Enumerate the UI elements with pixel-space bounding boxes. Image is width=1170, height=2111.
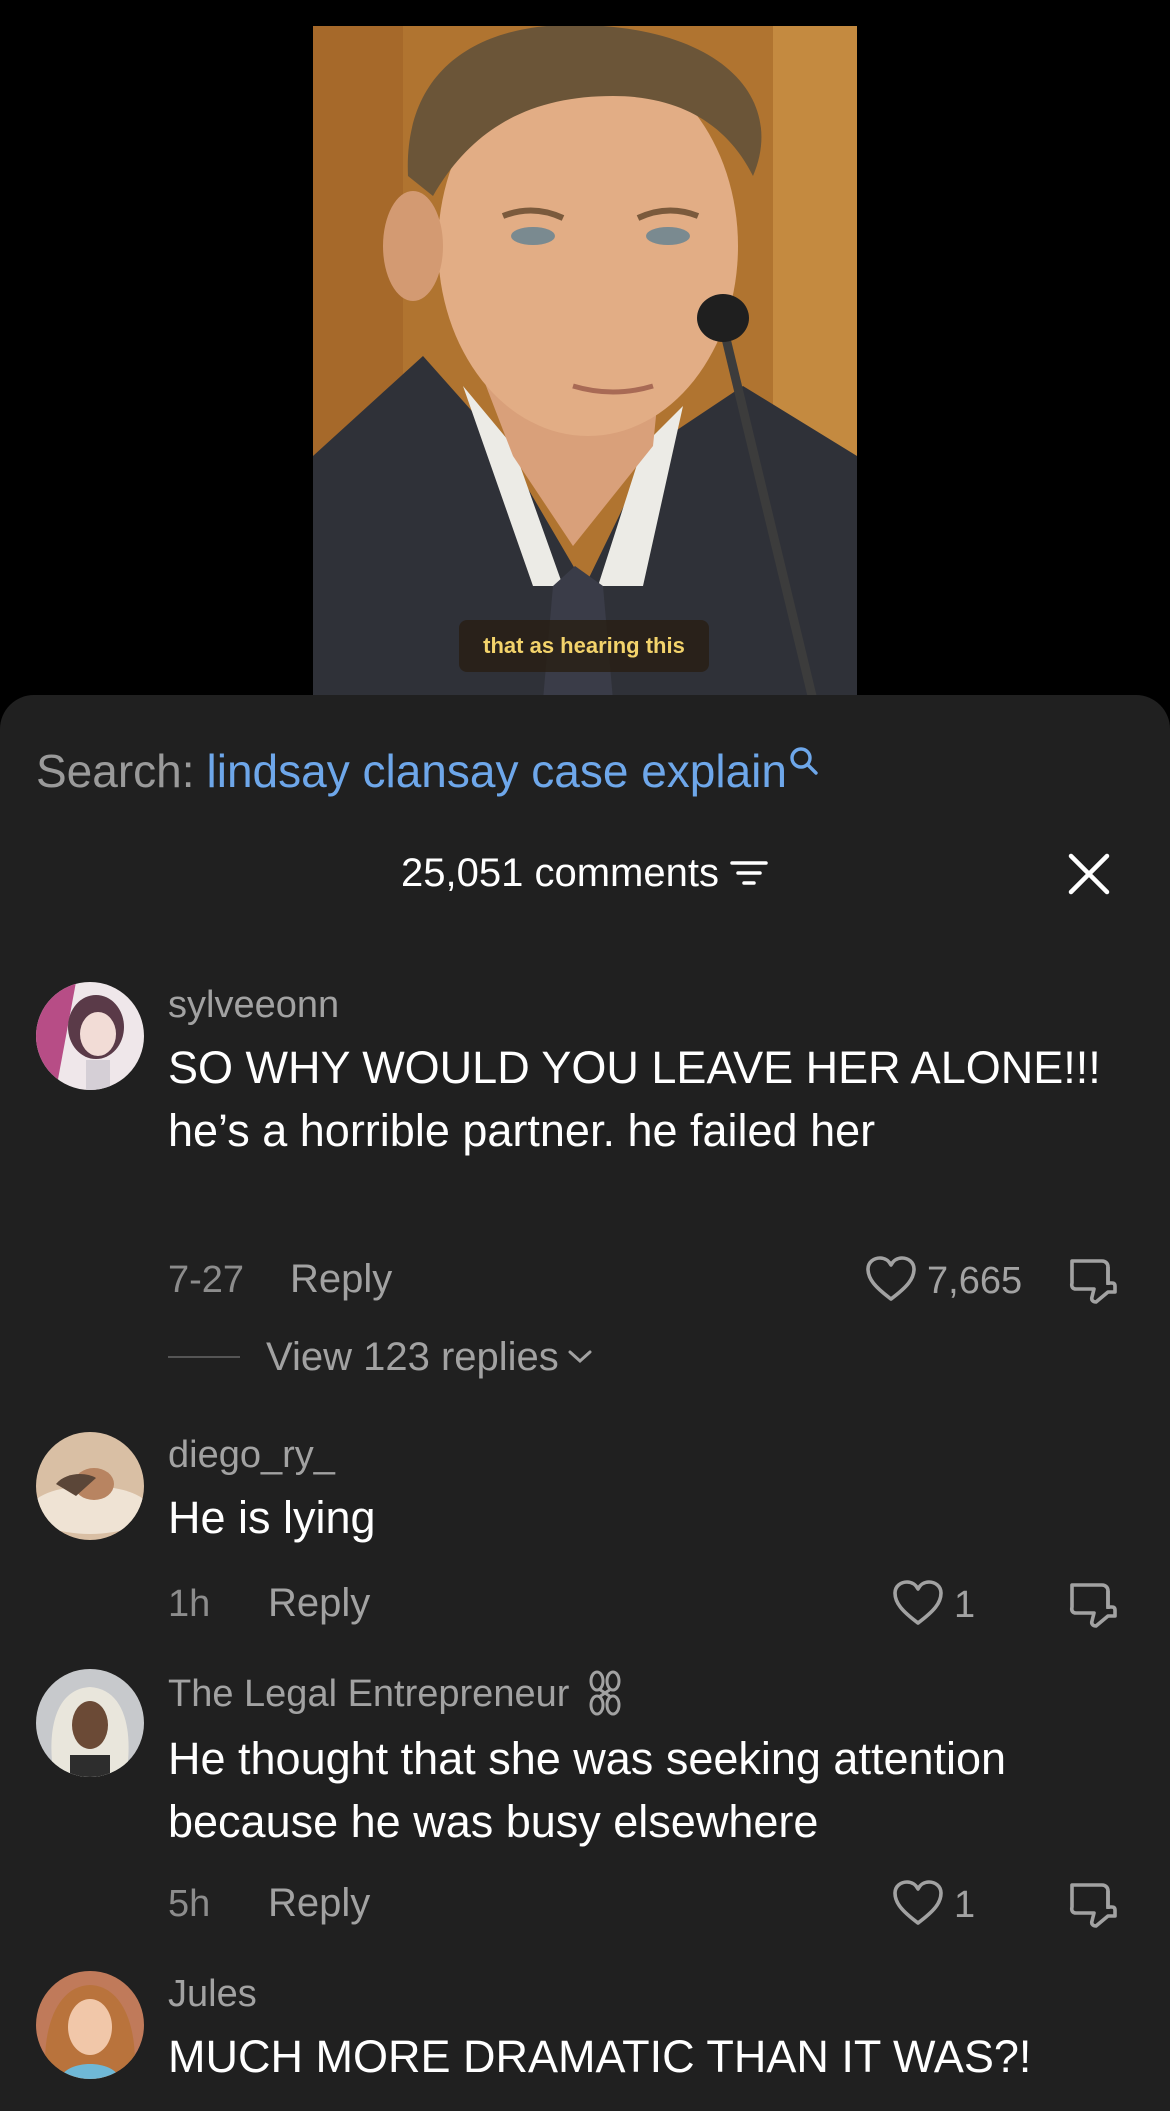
comment-time: 5h — [168, 1883, 211, 1925]
comment-time: 7-27 — [168, 1259, 245, 1301]
comment-actions: 5h Reply 1 — [168, 1877, 1128, 1933]
comment-username[interactable]: diego_ry_ — [168, 1432, 1128, 1478]
search-suggestion[interactable]: Search: lindsay clansay case explain — [36, 743, 819, 799]
view-replies-button[interactable]: View 123 replies — [168, 1332, 868, 1382]
close-icon[interactable] — [1068, 853, 1110, 900]
comment-time: 1h — [168, 1583, 211, 1625]
comment-username-text: The Legal Entrepreneur — [168, 1673, 570, 1715]
comment-username[interactable]: Jules — [168, 1971, 1128, 2017]
heart-icon — [892, 1879, 944, 1932]
like-count: 1 — [954, 1584, 976, 1626]
video-frame[interactable]: that as hearing this — [313, 26, 857, 700]
like-button[interactable]: 1 — [892, 1579, 975, 1632]
comment-text: He thought that she was seeking attentio… — [168, 1733, 1007, 1847]
search-query-link[interactable]: lindsay clansay case explain — [207, 744, 787, 798]
search-prefix-label: Search: — [36, 745, 195, 797]
avatar[interactable] — [36, 1971, 144, 2079]
chevron-down-icon — [567, 1348, 593, 1366]
comment-actions: 1h Reply 1 — [168, 1577, 1128, 1633]
comments-count: 25,051 comments — [401, 850, 719, 895]
comment-actions: 7-27 Reply 7,665 — [168, 1253, 1128, 1309]
avatar[interactable] — [36, 1669, 144, 1777]
comment-username[interactable]: sylveeonn — [168, 982, 1128, 1028]
video-still-image — [313, 26, 857, 700]
comment-text: He is lying — [168, 1492, 376, 1543]
reply-button[interactable]: Reply — [268, 1581, 370, 1626]
chain-icon — [583, 1669, 627, 1719]
like-count: 1 — [954, 1884, 976, 1926]
comment-text: SO WHY WOULD YOU LEAVE HER ALONE!!! he’s… — [168, 1042, 1101, 1156]
reply-button[interactable]: Reply — [290, 1257, 392, 1302]
thumbs-down-icon[interactable] — [1068, 1255, 1118, 1310]
comment-text: MUCH MORE DRAMATIC THAN IT WAS?! — [168, 2031, 1032, 2082]
view-replies-label: View 123 replies — [266, 1334, 559, 1379]
reply-button[interactable]: Reply — [268, 1881, 370, 1926]
like-button[interactable]: 1 — [892, 1879, 975, 1932]
heart-icon — [892, 1579, 944, 1632]
video-caption: that as hearing this — [459, 620, 709, 672]
thumbs-down-icon[interactable] — [1068, 1879, 1118, 1934]
heart-icon — [865, 1255, 917, 1308]
like-button[interactable]: 7,665 — [865, 1255, 1022, 1308]
avatar[interactable] — [36, 982, 144, 1090]
like-count: 7,665 — [927, 1260, 1023, 1302]
comments-header: 25,051 comments — [0, 843, 1170, 903]
search-icon[interactable] — [789, 733, 819, 787]
video-player[interactable]: that as hearing this — [0, 0, 1170, 700]
comments-sheet: Search: lindsay clansay case explain 25,… — [0, 695, 1170, 2111]
comment-username[interactable]: The Legal Entrepreneur — [168, 1669, 1128, 1719]
filter-icon[interactable] — [729, 858, 769, 888]
thumbs-down-icon[interactable] — [1068, 1579, 1118, 1634]
replies-divider — [168, 1356, 240, 1358]
avatar[interactable] — [36, 1432, 144, 1540]
